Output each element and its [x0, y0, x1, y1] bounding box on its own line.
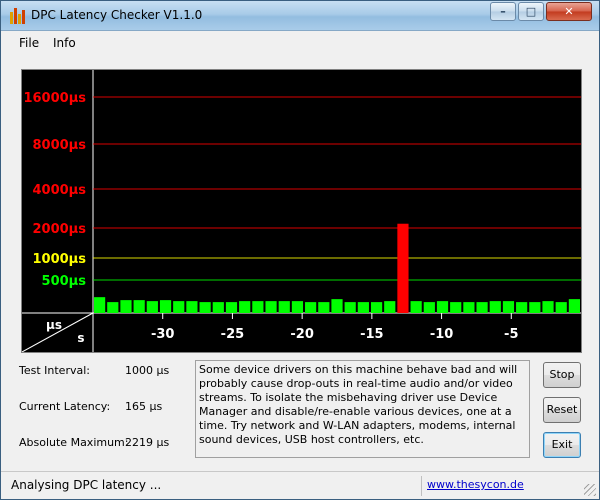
y-tick-label-8000: 8000µs [33, 138, 87, 153]
latency-bar [133, 300, 145, 313]
latency-bar [568, 299, 580, 313]
current-latency-label: Current Latency: [19, 400, 111, 413]
info-message: Some device drivers on this machine beha… [195, 360, 530, 458]
latency-bar [146, 301, 158, 313]
latency-bar [489, 301, 501, 313]
minimize-button[interactable]: – [490, 2, 516, 21]
absolute-maximum-value: 2219 µs [125, 436, 170, 449]
current-latency-value: 165 µs [125, 400, 163, 413]
latency-bar [476, 302, 488, 313]
x-tick-label: -10 [430, 327, 454, 342]
exit-button[interactable]: Exit [543, 432, 581, 458]
latency-bar [94, 297, 106, 313]
website-link[interactable]: www.thesycon.de [427, 478, 524, 491]
latency-bar [120, 300, 132, 313]
x-tick-label: -25 [221, 327, 245, 342]
latency-bar [291, 301, 304, 313]
menu-bar: File Info [1, 31, 599, 55]
absolute-maximum-label: Absolute Maximum: [19, 436, 129, 449]
test-interval-label: Test Interval: [19, 364, 90, 377]
latency-bar [384, 301, 396, 313]
y-tick-label-16000: 16000µs [23, 91, 86, 106]
latency-bar [225, 302, 238, 313]
x-tick-label: -5 [504, 327, 518, 342]
y-axis-unit-label: µs [46, 318, 62, 332]
latency-bar [159, 300, 172, 313]
x-tick-label: -30 [151, 327, 175, 342]
status-text: Analysing DPC latency ... [11, 478, 162, 492]
latency-bar [450, 302, 462, 313]
latency-bar [265, 301, 277, 313]
latency-bar [436, 301, 449, 313]
latency-bar [542, 301, 554, 313]
y-tick-label-4000: 4000µs [33, 183, 87, 198]
latency-bar [423, 302, 435, 313]
close-button[interactable]: ✕ [546, 2, 592, 21]
title-bar[interactable]: DPC Latency Checker V1.1.0 – □ ✕ [1, 1, 599, 31]
latency-bar [357, 302, 369, 313]
latency-bar [278, 301, 290, 313]
latency-chart-svg: 16000µs 8000µs 4000µs 2000µs 1000µs 500µs -30 -… [22, 70, 581, 352]
app-logo-icon [9, 8, 25, 24]
window-title: DPC Latency Checker V1.1.0 [31, 8, 203, 22]
reset-button[interactable]: Reset [543, 397, 581, 423]
latency-bar [199, 302, 211, 313]
latency-bar [516, 302, 528, 313]
status-separator [421, 476, 422, 496]
resize-grip-icon[interactable] [584, 484, 596, 496]
minimize-icon: – [500, 5, 506, 18]
latency-bar [173, 301, 185, 313]
latency-bar [252, 301, 264, 313]
x-tick-label: -15 [360, 327, 384, 342]
latency-chart: 16000µs 8000µs 4000µs 2000µs 1000µs 500µs -30 -… [21, 69, 582, 353]
maximize-button[interactable]: □ [518, 2, 544, 21]
stop-button[interactable]: Stop [543, 362, 581, 388]
latency-bar [555, 302, 567, 313]
latency-bar [344, 302, 356, 313]
latency-bar [529, 302, 541, 313]
latency-bar [370, 302, 383, 313]
app-window: DPC Latency Checker V1.1.0 – □ ✕ File In… [0, 0, 600, 500]
latency-bar [305, 302, 317, 313]
maximize-icon: □ [525, 5, 537, 18]
latency-bar [463, 302, 475, 313]
latency-bar [502, 301, 515, 313]
menu-info[interactable]: Info [53, 36, 76, 50]
y-tick-label-500: 500µs [42, 274, 87, 289]
latency-bar [239, 301, 251, 313]
y-tick-label-2000: 2000µs [33, 222, 87, 237]
x-tick-label: -20 [290, 327, 314, 342]
test-interval-value: 1000 µs [125, 364, 170, 377]
latency-bar [410, 301, 422, 313]
y-tick-label-1000: 1000µs [33, 252, 87, 267]
latency-bar [397, 223, 409, 313]
latency-bar [107, 302, 119, 313]
close-icon: ✕ [564, 5, 574, 18]
menu-file[interactable]: File [19, 36, 39, 50]
latency-bar [318, 302, 330, 313]
latency-bar [331, 299, 343, 313]
x-axis-unit-label: s [77, 331, 84, 345]
status-bar: Analysing DPC latency ... www.thesycon.d… [1, 471, 599, 499]
latency-bar [186, 301, 198, 313]
latency-bar [212, 302, 224, 313]
